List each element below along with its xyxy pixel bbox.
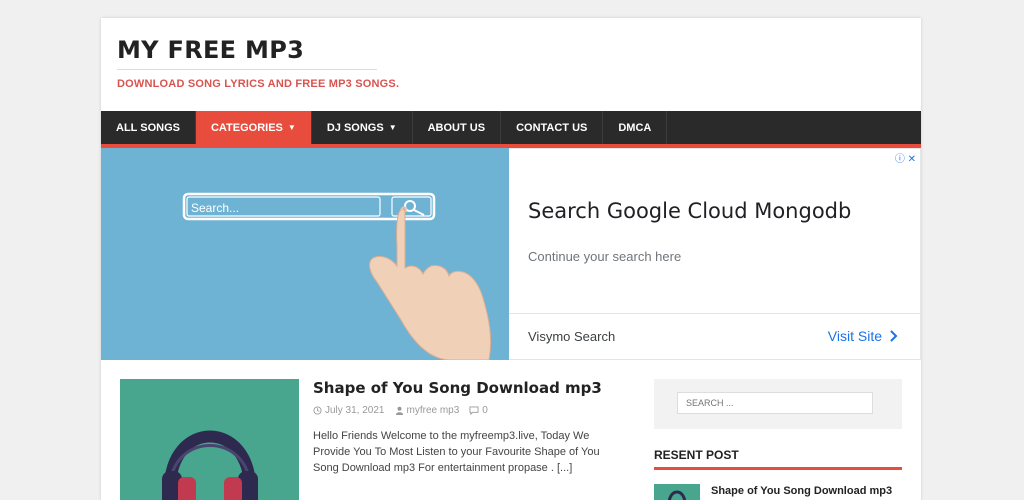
recent-post-thumbnail[interactable] (654, 484, 700, 500)
nav-label: DJ SONGS (326, 121, 384, 134)
nav-item-all-songs[interactable]: ALL SONGS (101, 111, 196, 144)
ad-text-panel[interactable]: ⓘ ✕ Search Google Cloud Mongodb Continue… (509, 148, 921, 360)
page-container: MY FREE MP3 DOWNLOAD SONG LYRICS AND FRE… (101, 18, 921, 500)
post-meta: July 31, 2021 myfree mp3 0 (313, 405, 488, 416)
nav-label: ALL SONGS (116, 121, 180, 134)
ad-visit-label: Visit Site (827, 328, 882, 344)
ad-subtext: Continue your search here (528, 249, 682, 264)
user-icon (395, 406, 403, 415)
ad-advertiser: Visymo Search (528, 329, 616, 344)
ad-image[interactable]: Search... (101, 148, 509, 360)
title-divider (117, 69, 377, 70)
site-title[interactable]: MY FREE MP3 (117, 36, 304, 64)
site-tagline: DOWNLOAD SONG LYRICS AND FREE MP3 SONGS. (117, 78, 400, 90)
clock-icon (313, 406, 322, 415)
ad-info-close-icon[interactable]: ⓘ ✕ (895, 150, 916, 165)
ad-visit-site-link[interactable]: Visit Site (828, 328, 898, 344)
recent-post-link[interactable]: Shape of You Song Download mp3 (711, 485, 892, 497)
post-comments-count: 0 (482, 405, 488, 416)
nav-label: ABOUT US (427, 121, 486, 134)
ad-banner[interactable]: Search... ⓘ ✕ Search Google Cloud Mongod… (101, 148, 921, 360)
post-date-text: July 31, 2021 (325, 405, 385, 416)
nav-label: CONTACT US (516, 121, 588, 134)
recent-posts-heading: RESENT POST (654, 448, 902, 470)
nav-item-dmca[interactable]: DMCA (603, 111, 668, 144)
post-thumbnail[interactable] (120, 379, 299, 500)
ad-headline[interactable]: Search Google Cloud Mongodb (528, 199, 851, 223)
nav-item-about-us[interactable]: ABOUT US (413, 111, 502, 144)
post-date[interactable]: July 31, 2021 (313, 405, 385, 416)
main-nav: ALL SONGS CATEGORIES ▼ DJ SONGS ▼ ABOUT … (101, 111, 921, 148)
nav-item-contact-us[interactable]: CONTACT US (501, 111, 604, 144)
chevron-down-icon: ▼ (388, 123, 397, 132)
post-comments[interactable]: 0 (469, 405, 488, 416)
chevron-down-icon: ▼ (287, 123, 296, 132)
ad-divider (509, 313, 920, 314)
main-content: Shape of You Song Download mp3 July 31, … (101, 360, 921, 500)
post-title[interactable]: Shape of You Song Download mp3 (313, 379, 602, 397)
nav-item-dj-songs[interactable]: DJ SONGS ▼ (312, 111, 413, 144)
headphones-icon (668, 490, 686, 500)
chevron-right-icon (890, 330, 898, 342)
headphones-icon (120, 379, 299, 500)
comment-icon (469, 406, 479, 415)
post-author-text: myfree mp3 (406, 405, 460, 416)
site-header: MY FREE MP3 DOWNLOAD SONG LYRICS AND FRE… (101, 18, 921, 111)
ad-illustration: Search... (101, 148, 509, 360)
nav-label: CATEGORIES (210, 121, 283, 134)
ad-search-text: Search... (191, 201, 239, 215)
post-author[interactable]: myfree mp3 (395, 405, 460, 416)
nav-label: DMCA (618, 121, 652, 134)
nav-item-categories[interactable]: CATEGORIES ▼ (195, 111, 312, 144)
post-excerpt: Hello Friends Welcome to the myfreemp3.l… (313, 430, 600, 474)
sidebar-search-widget (654, 379, 902, 429)
search-input[interactable] (677, 392, 873, 414)
